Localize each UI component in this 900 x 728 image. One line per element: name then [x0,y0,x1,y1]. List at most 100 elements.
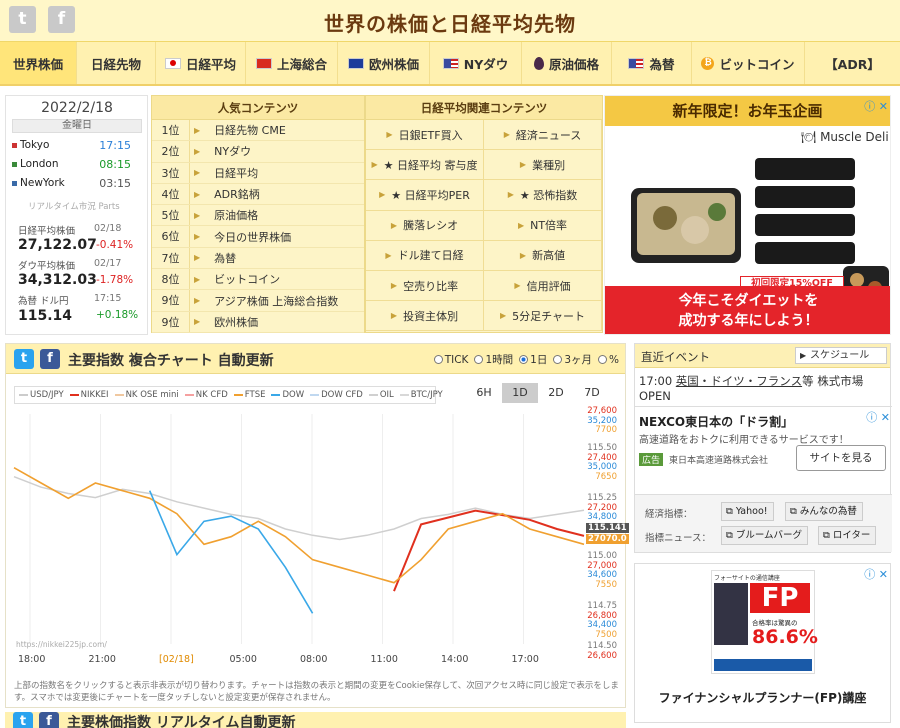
rank-number: 2位 [152,141,190,162]
related-link[interactable]: ▶ 新高値 [484,240,602,271]
schedule-button[interactable]: ▶ スケジュール [795,347,887,364]
related-link[interactable]: ▶ 日銀ETF買入 [366,120,484,151]
ad-visit-button[interactable]: サイトを見る [796,445,886,471]
radio-button-icon [598,355,608,364]
ranking-link[interactable]: NYダウ [214,143,251,159]
nav-item-nikkei-futures[interactable]: 日経先物 [77,42,156,84]
realtime-parts-label[interactable]: リアルタイム市況 Parts [28,200,120,212]
ad-info-close-icon[interactable]: ⓘ ✕ [864,98,888,114]
event-link[interactable]: 英国・ドイツ・フランス [676,374,802,388]
nexco-ad[interactable]: ⓘ ✕ NEXCO東日本の「ドラ割」 高速道路をおトクに利用できるサービスです！… [635,406,892,502]
arrow-right-icon: ▶ [194,317,201,327]
range-radio[interactable]: 1時間 [474,352,513,367]
ranking-row[interactable]: 9位 ▶ 欧州株価 [152,311,364,333]
x-axis-tick: 18:00 [18,654,46,665]
legend-item[interactable]: NIKKEI [69,390,109,400]
related-link[interactable]: ▶ 経済ニュース [484,120,602,151]
site-title[interactable]: 世界の株価と日経平均先物 [0,8,900,37]
city-time: 03:15 [99,177,131,190]
nav-label: 日経先物 [90,56,141,72]
related-link[interactable]: ▶ 5分足チャート [484,301,602,332]
ranking-link[interactable]: ADR銘柄 [214,186,260,202]
related-link[interactable]: ▶ NT倍率 [484,210,602,241]
period-tab[interactable]: 6H [466,383,502,403]
nav-item-ny-dow[interactable]: NYダウ [430,42,522,84]
ranking-row[interactable]: 2位 ▶ NYダウ [152,141,364,163]
radio-label: TICK [444,353,469,366]
ranking-link[interactable]: 今日の世界株価 [214,229,291,245]
legend-item[interactable]: USD/JPY [19,390,64,400]
legend-item[interactable]: BTC/JPY [399,390,443,400]
ranking-link[interactable]: 日経平均 [214,165,258,181]
legend-item[interactable]: DOW [271,390,304,400]
ranking-row[interactable]: 1位 ▶ 日経先物 CME [152,120,364,142]
legend-swatch [399,394,409,396]
twitter-icon[interactable]: t [14,349,34,369]
ranking-link[interactable]: 欧州株価 [214,314,258,330]
range-radio[interactable]: TICK [433,352,469,367]
period-tab[interactable]: 2D [538,383,574,403]
legend-item[interactable]: NK OSE mini [114,390,179,400]
related-link[interactable]: ▶ ★ 恐怖指数 [484,180,602,211]
nav-item-nikkei-average[interactable]: 日経平均 [156,42,246,84]
nav-item-shanghai[interactable]: 上海総合 [246,42,338,84]
nav-item-fx[interactable]: 為替 [612,42,692,84]
related-link[interactable]: ▶ 業種別 [484,150,602,181]
legend-item[interactable]: NK CFD [184,390,228,400]
nav-item-adr[interactable]: 【ADR】 [805,42,900,84]
range-radio[interactable]: % [598,352,619,367]
ranking-link[interactable]: 為替 [214,250,236,266]
ranking-row[interactable]: 4位 ▶ ADR銘柄 [152,183,364,206]
flag-china-icon [255,57,272,69]
ranking-link[interactable]: 原油価格 [214,207,258,223]
ad-fp-logo: FP [750,583,810,613]
legend-swatch [19,394,28,396]
ad-info-close-icon[interactable]: ⓘ ✕ [864,566,888,582]
related-link[interactable]: ▶ 騰落レシオ [366,210,484,241]
related-link[interactable]: ▶ ドル建て日経 [366,240,484,271]
ranking-link[interactable]: アジア株価 上海総合指数 [214,293,338,309]
range-radio[interactable]: 1日 [519,352,547,367]
related-link[interactable]: ▶ ★ 日経平均PER [366,180,484,211]
legend-item[interactable]: DOW CFD [310,390,363,400]
ad-banner-fp-course[interactable]: ⓘ ✕ フォーサイトの通信講座 FP 合格率は驚異の 86.6% ファイナンシャ… [634,563,891,723]
facebook-icon[interactable]: f [39,712,59,728]
ad-info-close-icon[interactable]: ⓘ ✕ [866,409,890,425]
ranking-link[interactable]: ビットコイン [214,271,280,287]
ranking-row[interactable]: 9位 ▶ アジア株価 上海総合指数 [152,290,364,312]
related-link[interactable]: ▶ 投資主体別 [366,301,484,332]
link-bloomberg[interactable]: ⧉ ブルームバーグ [721,526,809,545]
ranking-row[interactable]: 3位 ▶ 日経平均 [152,162,364,184]
nav-item-bitcoin[interactable]: ₿ ビットコイン [692,42,805,84]
x-axis-tick: 14:00 [441,654,469,665]
related-link[interactable]: ▶ 信用評価 [484,270,602,302]
arrow-right-icon: ▶ [371,160,378,170]
ranking-row[interactable]: 8位 ▶ ビットコイン [152,269,364,291]
legend-item[interactable]: OIL [368,390,394,400]
facebook-icon[interactable]: f [40,349,60,369]
ranking-row[interactable]: 6位 ▶ 今日の世界株価 [152,226,364,248]
arrow-right-icon: ▶ [390,281,398,291]
flag-eu-icon [347,57,364,69]
related-link[interactable]: ▶ ★ 日経平均 寄与度 [366,150,484,181]
nav-item-europe[interactable]: 欧州株価 [338,42,430,84]
nav-item-oil[interactable]: 原油価格 [522,42,612,84]
link-reuters[interactable]: ⧉ ロイター [818,526,877,545]
link-yahoo[interactable]: ⧉ Yahoo! [721,502,774,521]
range-radio[interactable]: 3ヶ月 [553,352,592,367]
series-nikkei-line [393,509,585,592]
related-content-header: 日経平均関連コンテンツ [366,96,602,120]
arrow-right-icon: ▶ [390,220,398,230]
ad-banner-muscle-deli[interactable]: 新年限定！お年玉企画 ⓘ ✕ 🍽 Muscle Deli 初回限定15%OFF … [604,95,891,335]
legend-item[interactable]: FTSE [233,390,265,400]
arrow-right-icon: ▶ [507,190,514,200]
related-link[interactable]: ▶ 空売り比率 [366,270,484,302]
period-tab[interactable]: 7D [574,383,610,403]
ranking-row[interactable]: 5位 ▶ 原油価格 [152,205,364,227]
nav-item-world-stocks[interactable]: 世界株価 [0,42,77,84]
ranking-link[interactable]: 日経先物 CME [214,122,286,138]
ranking-row[interactable]: 7位 ▶ 為替 [152,247,364,270]
twitter-icon[interactable]: t [13,712,33,728]
link-minna-no-kawase[interactable]: ⧉ みんなの為替 [785,502,863,521]
period-tab[interactable]: 1D [502,383,538,403]
